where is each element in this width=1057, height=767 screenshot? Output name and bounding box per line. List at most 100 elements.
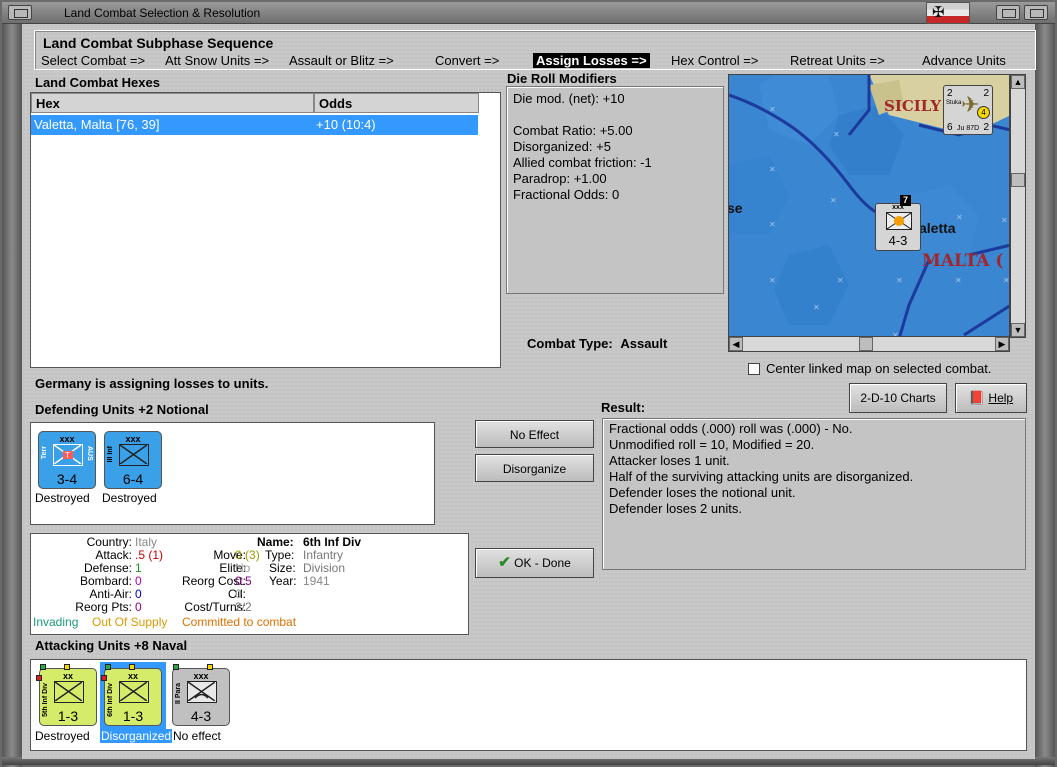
map-air-unit[interactable]: 2 2 Stuka ✈ 4 6 Ju 87D 2 xyxy=(943,85,993,135)
status-committed: Committed to combat xyxy=(182,615,297,629)
status-invading: Invading xyxy=(33,615,79,629)
move-paren: (3) xyxy=(245,548,260,562)
ok-done-button[interactable]: ✔ OK - Done xyxy=(475,548,594,578)
help-button[interactable]: 📕 Help xyxy=(955,383,1027,413)
year-label: Year: xyxy=(269,574,297,588)
unit-status-caption: Destroyed xyxy=(102,491,157,505)
no-effect-button[interactable]: No Effect xyxy=(475,420,594,448)
combat-window: Land Combat Selection & Resolution Land … xyxy=(0,0,1057,767)
window-minimize-button[interactable] xyxy=(8,5,32,20)
charts-button[interactable]: 2-D-10 Charts xyxy=(849,383,947,413)
air-unit-badge: 4 xyxy=(977,106,990,119)
unit-name: III Inf xyxy=(107,446,114,463)
drm-line xyxy=(513,107,717,123)
odds-column-header[interactable]: Odds xyxy=(314,93,479,113)
cost-turns-value: 2/2 xyxy=(235,600,252,614)
map-malta-unit[interactable]: 7 xxx 4-3 xyxy=(875,195,921,251)
unit-status-dot xyxy=(40,664,46,670)
svg-text:✕: ✕ xyxy=(1003,276,1010,285)
hex-cell: Valetta, Malta [76, 39] xyxy=(34,117,160,132)
air-unit-tag: Stuka xyxy=(946,100,962,106)
result-line: Fractional odds (.000) roll was (.000) -… xyxy=(609,421,853,436)
subphase-header: Land Combat Subphase Sequence xyxy=(43,35,274,51)
scroll-left-icon[interactable]: ◀ xyxy=(729,337,743,351)
year-value: 1941 xyxy=(303,574,330,588)
svg-text:✕: ✕ xyxy=(769,220,776,229)
drm-line: Allied combat friction: -1 xyxy=(513,155,652,170)
infantry-symbol-icon xyxy=(119,444,149,466)
disorganize-button[interactable]: Disorganize xyxy=(475,454,594,482)
help-button-label: Help xyxy=(988,391,1014,405)
linked-map[interactable]: ✕ ✕ ✕ ✕ ✕ ✕ ✕ ✕ ✕ ✕ ✕ ✕ ✕ ✕ SICILY se aletta MALT… xyxy=(728,74,1010,338)
unit-values: 6-4 xyxy=(122,471,144,487)
air-unit-value: 2 xyxy=(983,88,989,99)
result-label: Result: xyxy=(601,400,646,415)
status-text: Germany is assigning losses to units. xyxy=(35,376,269,391)
result-line: Attacker loses 1 unit. xyxy=(609,453,730,468)
reorg-pts-value: 0 xyxy=(135,600,142,614)
seq-assign-losses: Assign Losses => xyxy=(533,53,650,68)
unit-size: xxx xyxy=(193,671,209,681)
hexes-label: Land Combat Hexes xyxy=(35,75,160,90)
svg-text:✕: ✕ xyxy=(1001,216,1008,225)
attacker-unit-ii-para[interactable]: xxx II Para 4-3 xyxy=(172,664,230,726)
ok-done-label: OK - Done xyxy=(514,556,571,570)
move-number: 0 xyxy=(235,548,242,562)
unit-status-dot xyxy=(173,664,179,670)
status-out-of-supply: Out Of Supply xyxy=(92,615,168,629)
territorial-symbol-icon: T xyxy=(53,444,83,466)
unit-values: 4-3 xyxy=(190,708,212,724)
unit-status-dot xyxy=(129,664,135,670)
window-restore-button[interactable] xyxy=(996,5,1020,20)
attacking-label: Attacking Units +8 Naval xyxy=(35,638,188,653)
defending-label: Defending Units +2 Notional xyxy=(35,402,209,417)
hexes-table: Hex Odds Valetta, Malta [76, 39] +10 (10… xyxy=(30,92,501,368)
checkmark-icon: ✔ xyxy=(498,554,511,571)
center-map-option[interactable]: Center linked map on selected combat. xyxy=(748,361,991,376)
unit-status-caption: Disorganized xyxy=(100,729,173,743)
unit-values: 1-3 xyxy=(57,708,79,724)
map-label-valetta: aletta xyxy=(919,220,956,236)
scroll-up-icon[interactable]: ▲ xyxy=(1011,75,1025,89)
infantry-symbol-icon xyxy=(886,212,912,230)
attacker-unit-5th-inf[interactable]: xx 5th Inf Div 1-3 xyxy=(36,664,97,726)
malta-unit-values: 4-3 xyxy=(888,233,908,248)
window-maximize-button[interactable] xyxy=(1024,5,1048,20)
infantry-symbol-icon xyxy=(54,681,84,703)
drm-line: Fractional Odds: 0 xyxy=(513,187,620,202)
unit-status-caption: Destroyed xyxy=(35,729,90,743)
defender-unit-iii-inf[interactable]: xxx III Inf 6-4 xyxy=(104,431,162,489)
map-horizontal-scrollbar[interactable]: ◀ ▶ xyxy=(728,336,1010,352)
infantry-symbol-icon xyxy=(119,681,149,703)
air-unit-value: 2 xyxy=(983,122,989,133)
unit-size: xxx xyxy=(59,434,75,444)
hex-column-header[interactable]: Hex xyxy=(31,93,314,113)
help-book-icon: 📕 xyxy=(968,390,986,405)
seq-hex-control: Hex Control => xyxy=(671,53,759,68)
map-vertical-scrollbar[interactable]: ▲ ▼ xyxy=(1010,74,1026,338)
scroll-down-icon[interactable]: ▼ xyxy=(1011,323,1025,337)
combat-type-value: Assault xyxy=(620,336,668,351)
attacking-units-panel: xx 5th Inf Div 1-3 Destroyed xx 6th Inf … xyxy=(30,659,1027,751)
svg-text:✕: ✕ xyxy=(837,276,844,285)
svg-text:T: T xyxy=(65,451,70,460)
center-map-checkbox[interactable] xyxy=(748,363,760,375)
window-frame-left xyxy=(2,24,22,767)
unit-values: 1-3 xyxy=(122,708,144,724)
seq-select-combat: Select Combat => xyxy=(41,53,146,68)
content-area: Land Combat Subphase Sequence Select Com… xyxy=(22,24,1036,759)
title-bar: Land Combat Selection & Resolution xyxy=(2,2,1055,24)
unit-name: Terr xyxy=(41,446,48,460)
unit-status-dot xyxy=(105,664,111,670)
attacker-unit-6th-inf[interactable]: xx 6th Inf Div 1-3 xyxy=(101,664,162,726)
defender-unit-terr[interactable]: xxx Terr AUS T 3-4 xyxy=(38,431,96,489)
odds-cell: +10 (10:4) xyxy=(316,117,376,132)
vertical-scroll-thumb[interactable] xyxy=(1011,173,1025,187)
map-label-malta: MALTA ( xyxy=(922,251,1004,271)
svg-text:✕: ✕ xyxy=(955,276,962,285)
horizontal-scroll-thumb[interactable] xyxy=(859,337,873,351)
scroll-right-icon[interactable]: ▶ xyxy=(995,337,1009,351)
air-unit-value: 2 xyxy=(947,88,953,99)
table-row[interactable]: Valetta, Malta [76, 39] +10 (10:4) xyxy=(31,115,478,135)
result-line: Half of the surviving attacking units ar… xyxy=(609,469,914,484)
